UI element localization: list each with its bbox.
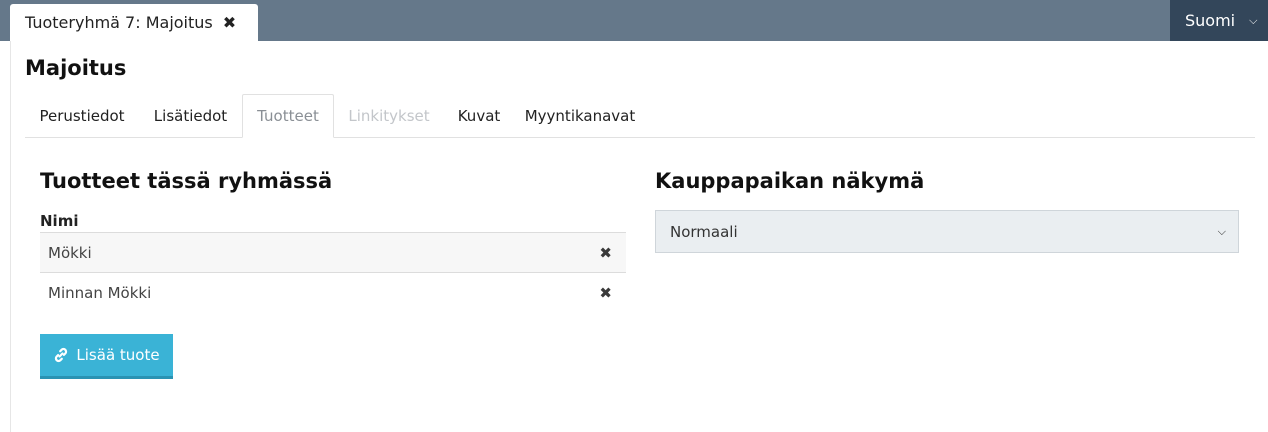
- tab-linkitykset: Linkitykset: [348, 107, 430, 125]
- chevron-down-icon: ⌵: [1217, 224, 1226, 238]
- product-name: Minnan Mökki: [48, 283, 152, 302]
- top-bar: Tuoteryhmä 7: Majoitus ✖ Suomi ⌵: [0, 0, 1268, 41]
- chevron-down-icon: ⌵: [1249, 13, 1258, 27]
- marketplace-view-select[interactable]: Normaali ⌵: [655, 210, 1239, 253]
- remove-icon[interactable]: ✖: [599, 244, 612, 262]
- document-tab-label: Tuoteryhmä 7: Majoitus: [25, 13, 213, 32]
- language-label: Suomi: [1185, 11, 1236, 30]
- tab-perustiedot[interactable]: Perustiedot: [25, 94, 139, 138]
- language-selector[interactable]: Suomi ⌵: [1170, 0, 1268, 41]
- product-name: Mökki: [48, 243, 92, 262]
- products-table: Mökki ✖ Minnan Mökki ✖: [40, 232, 626, 312]
- select-value: Normaali: [670, 222, 738, 241]
- tab-kuvat[interactable]: Kuvat: [444, 94, 514, 138]
- column-header-name: Nimi: [40, 212, 79, 230]
- marketplace-section-title: Kauppapaikan näkymä: [655, 169, 925, 193]
- add-product-button[interactable]: Lisää tuote: [40, 334, 173, 379]
- content-border: [10, 41, 11, 432]
- table-row: Mökki ✖: [40, 232, 626, 272]
- tab-lisatiedot[interactable]: Lisätiedot: [139, 94, 242, 138]
- remove-icon[interactable]: ✖: [599, 284, 612, 302]
- close-icon[interactable]: ✖: [223, 13, 236, 32]
- page-title: Majoitus: [25, 56, 127, 80]
- tab-myyntikanavat[interactable]: Myyntikanavat: [514, 94, 646, 138]
- products-section-title: Tuotteet tässä ryhmässä: [40, 169, 333, 193]
- table-row: Minnan Mökki ✖: [40, 272, 626, 312]
- document-tab[interactable]: Tuoteryhmä 7: Majoitus ✖: [10, 4, 258, 41]
- add-product-label: Lisää tuote: [76, 346, 160, 364]
- tab-bar: Perustiedot Lisätiedot Tuotteet Linkityk…: [25, 94, 1255, 138]
- tab-tuotteet[interactable]: Tuotteet: [242, 94, 334, 138]
- link-icon: [53, 347, 69, 363]
